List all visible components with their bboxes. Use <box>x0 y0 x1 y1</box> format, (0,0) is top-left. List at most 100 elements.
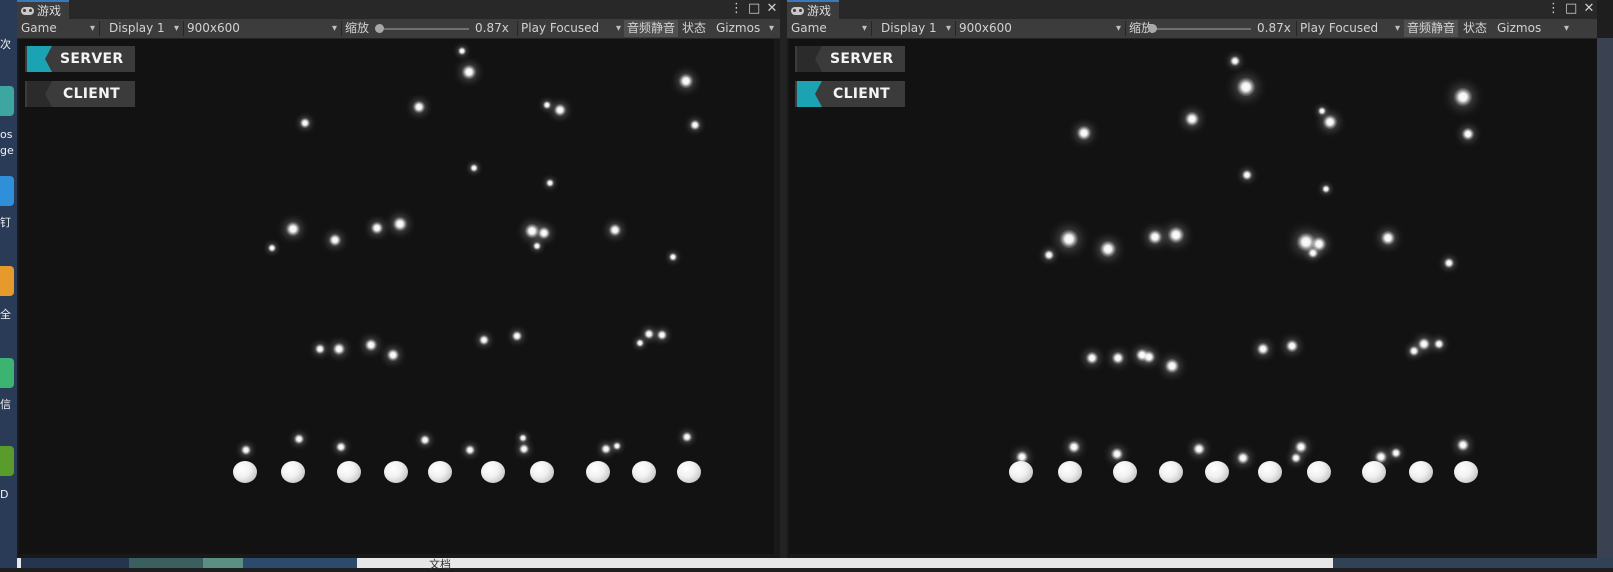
tab-game[interactable]: 游戏 <box>787 0 840 19</box>
desktop-label: 全 <box>0 308 11 321</box>
taskbar-document-label[interactable]: 文档 <box>429 556 451 572</box>
desktop-right-strip <box>1597 38 1613 558</box>
desktop-app-icon[interactable] <box>0 176 14 206</box>
desktop-taskbar-strip: 文档 <box>17 558 1613 571</box>
glow-particle <box>387 349 399 361</box>
glow-particle <box>644 329 654 339</box>
glow-particle <box>465 445 475 455</box>
gizmos-dropdown[interactable]: Gizmos <box>1493 19 1573 38</box>
glow-particle <box>1318 107 1326 115</box>
client-button[interactable]: CLIENT <box>795 81 905 107</box>
pane-splitter[interactable] <box>780 0 787 558</box>
display-dropdown[interactable]: Display 1 <box>877 19 955 38</box>
glow-particle <box>1060 230 1078 248</box>
glow-particle <box>1257 343 1269 355</box>
more-icon[interactable]: ⋮ <box>1547 1 1560 17</box>
view-dropdown[interactable]: Game <box>787 19 871 38</box>
glow-particle <box>1044 250 1054 260</box>
glow-particle <box>1409 346 1419 356</box>
stats-button[interactable]: 状态 <box>679 20 709 37</box>
server-button[interactable]: SERVER <box>795 46 905 72</box>
glow-particle <box>371 222 383 234</box>
game-viewport[interactable]: SERVER CLIENT <box>19 39 774 554</box>
white-ball <box>1258 461 1282 483</box>
white-ball <box>428 461 452 483</box>
display-dropdown[interactable]: Display 1 <box>105 19 183 38</box>
game-view-right: 游戏 ⋮ □ ✕ Game Display 1 900x600 缩放 0.87x… <box>787 0 1597 558</box>
glow-particle <box>1391 448 1401 458</box>
server-label: SERVER <box>830 51 894 67</box>
scale-slider-track[interactable] <box>377 28 469 30</box>
glow-particle <box>1237 452 1249 464</box>
desktop-label: 钉 <box>0 216 11 229</box>
tab-label: 游戏 <box>37 4 62 18</box>
glow-particle <box>315 344 325 354</box>
close-icon[interactable]: ✕ <box>1583 1 1595 17</box>
gizmos-dropdown[interactable]: Gizmos <box>712 19 778 38</box>
glow-particle <box>533 242 541 250</box>
play-mode-dropdown[interactable]: Play Focused <box>1296 19 1404 38</box>
white-ball <box>1058 461 1082 483</box>
glow-particle <box>462 65 476 79</box>
resolution-dropdown[interactable]: 900x600 <box>955 19 1125 38</box>
glow-particle <box>1168 227 1184 243</box>
maximize-icon[interactable]: □ <box>1565 1 1577 17</box>
tab-game[interactable]: 游戏 <box>17 0 70 19</box>
play-mode-dropdown[interactable]: Play Focused <box>517 19 625 38</box>
white-ball <box>1454 461 1478 483</box>
taskbar-app[interactable] <box>129 558 203 568</box>
client-button[interactable]: CLIENT <box>25 81 135 107</box>
mute-audio-button[interactable]: 音频静音 <box>624 20 679 37</box>
desktop-app-icon[interactable] <box>0 358 14 388</box>
glow-particle <box>1434 339 1444 349</box>
glow-particle <box>682 432 692 442</box>
taskbar-app[interactable] <box>203 558 243 568</box>
glow-particle <box>1068 441 1080 453</box>
glow-particle <box>1323 115 1337 129</box>
white-ball <box>1307 461 1331 483</box>
desktop-label: 信 <box>0 398 11 411</box>
glow-particle <box>636 339 644 347</box>
desktop-app-icon[interactable] <box>0 86 14 116</box>
desktop-app-icon[interactable] <box>0 446 14 476</box>
scale-slider-track[interactable] <box>1151 28 1251 30</box>
client-label: CLIENT <box>833 86 891 102</box>
close-icon[interactable]: ✕ <box>766 1 778 17</box>
desktop-label: ge <box>0 144 14 157</box>
game-viewport[interactable]: SERVER CLIENT <box>789 39 1597 554</box>
flag-icon <box>795 81 822 107</box>
glow-particle <box>1230 56 1240 66</box>
white-ball <box>1362 461 1386 483</box>
taskbar-app[interactable] <box>21 558 129 568</box>
white-ball <box>1205 461 1229 483</box>
maximize-icon[interactable]: □ <box>748 1 760 17</box>
game-toolbar: Game Display 1 900x600 缩放 0.87x Play Foc… <box>787 19 1597 39</box>
server-button[interactable]: SERVER <box>25 46 135 72</box>
glow-particle <box>1148 230 1162 244</box>
glow-particle <box>1185 112 1199 126</box>
stats-button[interactable]: 状态 <box>1460 20 1490 37</box>
more-icon[interactable]: ⋮ <box>730 1 743 17</box>
glow-particle <box>333 343 345 355</box>
glow-particle <box>679 74 693 88</box>
resolution-dropdown[interactable]: 900x600 <box>183 19 341 38</box>
glow-particle <box>543 101 551 109</box>
scale-slider-handle[interactable] <box>375 24 384 33</box>
client-label: CLIENT <box>63 86 121 102</box>
glow-particle <box>613 442 621 450</box>
mute-audio-button[interactable]: 音频静音 <box>1404 20 1459 37</box>
taskbar-app[interactable] <box>243 558 357 568</box>
scale-slider-handle[interactable] <box>1148 24 1157 33</box>
white-ball <box>281 461 305 483</box>
glow-particle <box>1193 443 1205 455</box>
taskbar-app[interactable] <box>1333 558 1613 568</box>
white-ball <box>384 461 408 483</box>
desktop-label: 次 <box>0 38 11 51</box>
white-ball <box>1113 461 1137 483</box>
view-dropdown[interactable]: Game <box>17 19 99 38</box>
desktop-app-icon[interactable] <box>0 266 14 296</box>
glow-particle <box>669 253 677 261</box>
glow-particle <box>286 222 300 236</box>
glow-particle <box>336 442 346 452</box>
glow-particle <box>1086 352 1098 364</box>
